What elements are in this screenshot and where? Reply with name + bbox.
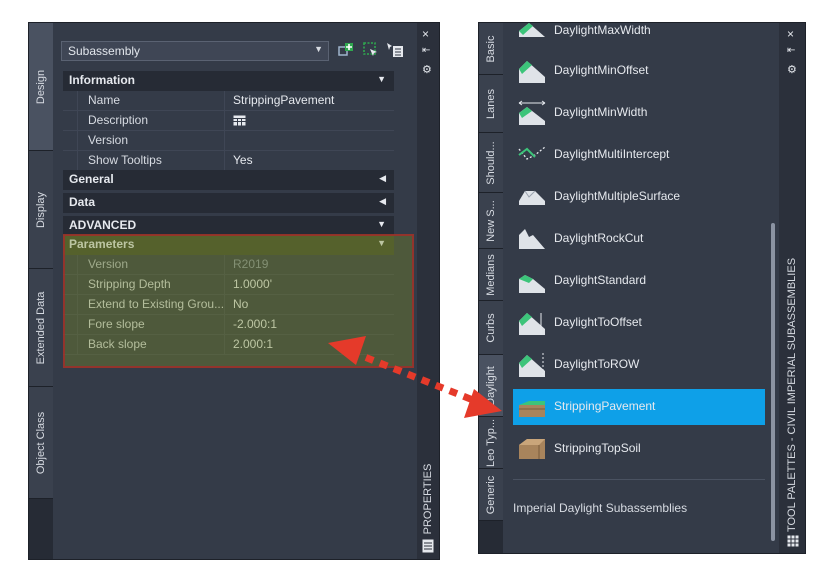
tool-palette-title: TOOL PALETTES - CIVIL IMPERIAL SUBASSEMB… xyxy=(786,257,798,533)
properties-menu-icon[interactable] xyxy=(422,539,434,553)
property-row-version[interactable]: Version xyxy=(63,131,394,151)
tab-design[interactable]: Design xyxy=(29,23,53,151)
select-objects-icon[interactable] xyxy=(361,40,381,60)
section-data[interactable]: Data ◀ xyxy=(63,193,394,213)
tool-daylight-to-offset[interactable]: DaylightToOffset xyxy=(513,305,765,341)
palette-footer-label: Imperial Daylight Subassemblies xyxy=(513,501,688,515)
daylight-multiple-surface-icon xyxy=(519,190,545,205)
autohide-icon[interactable]: ⇤ xyxy=(422,45,430,56)
stripping-pavement-icon xyxy=(519,401,545,417)
close-icon[interactable]: × xyxy=(422,27,429,41)
daylight-min-width-icon xyxy=(518,100,546,125)
properties-palette: Design Display Extended Data Object Clas… xyxy=(28,22,440,560)
tool-palette: Basic Lanes Should... New S... Medians C… xyxy=(478,22,806,554)
settings-icon[interactable]: ⚙ xyxy=(787,63,797,76)
parameters-highlight xyxy=(63,234,414,368)
daylight-rock-cut-icon xyxy=(519,229,545,249)
tab-curbs[interactable]: Curbs xyxy=(479,301,503,355)
section-general[interactable]: General ◀ xyxy=(63,170,394,190)
property-row-name[interactable]: Name StrippingPavement xyxy=(63,91,394,111)
tool-stripping-pavement[interactable]: StrippingPavement xyxy=(513,389,765,425)
tab-daylight[interactable]: Daylight xyxy=(479,355,503,417)
tool-daylight-min-width[interactable]: DaylightMinWidth xyxy=(513,95,765,131)
chevron-down-icon: ▼ xyxy=(314,44,323,54)
palette-scrollbar[interactable] xyxy=(771,223,775,541)
expand-icon: ◀ xyxy=(379,173,386,183)
tab-lanes[interactable]: Lanes xyxy=(479,75,503,133)
daylight-min-offset-icon xyxy=(519,61,545,83)
tab-leo-type[interactable]: Leo Typ... xyxy=(479,417,503,469)
properties-tabs: Design Display Extended Data Object Clas… xyxy=(29,23,53,559)
daylight-multi-intercept-icon xyxy=(518,146,546,160)
tab-new-subassemblies[interactable]: New S... xyxy=(479,193,503,249)
daylight-standard-icon xyxy=(519,275,545,293)
tab-display[interactable]: Display xyxy=(29,151,53,269)
daylight-to-row-icon xyxy=(519,353,545,377)
daylight-to-offset-icon xyxy=(519,313,545,335)
expand-icon: ◀ xyxy=(379,196,386,206)
tool-daylight-standard[interactable]: DaylightStandard xyxy=(513,263,765,299)
tool-palette-titlebar: × ⇤ ⚙ TOOL PALETTES - CIVIL IMPERIAL SUB… xyxy=(779,23,805,553)
table-edit-icon[interactable] xyxy=(233,115,246,126)
property-row-description[interactable]: Description xyxy=(63,111,394,131)
tool-palette-tabs: Basic Lanes Should... New S... Medians C… xyxy=(479,23,503,553)
tool-daylight-multi-intercept[interactable]: DaylightMultiIntercept xyxy=(513,137,765,173)
properties-title: PROPERTIES xyxy=(422,463,434,535)
toggle-pickadd-icon[interactable] xyxy=(385,40,405,60)
palette-separator xyxy=(513,479,765,480)
tab-extended-data[interactable]: Extended Data xyxy=(29,269,53,387)
property-row-show-tooltips[interactable]: Show Tooltips Yes xyxy=(63,151,394,171)
palette-properties-icon[interactable] xyxy=(787,535,799,547)
tool-palette-body: DaylightMaxWidth DaylightMinOffset Dayli… xyxy=(503,23,779,553)
tool-daylight-to-row[interactable]: DaylightToROW xyxy=(513,347,765,383)
tool-daylight-min-offset[interactable]: DaylightMinOffset xyxy=(513,53,765,89)
tab-generic[interactable]: Generic xyxy=(479,469,503,521)
section-information[interactable]: Information ▼ xyxy=(63,71,394,91)
object-type-combo[interactable]: Subassembly ▼ xyxy=(61,41,329,61)
tab-medians[interactable]: Medians xyxy=(479,249,503,301)
autohide-icon[interactable]: ⇤ xyxy=(787,45,795,56)
tool-daylight-rock-cut[interactable]: DaylightRockCut xyxy=(513,221,765,257)
daylight-max-width-icon xyxy=(519,23,545,37)
collapse-icon: ▼ xyxy=(377,219,386,229)
quick-select-icon[interactable] xyxy=(337,40,357,60)
stripping-top-soil-icon xyxy=(519,439,545,459)
information-rows: Name StrippingPavement Description Versi… xyxy=(63,91,394,171)
tool-daylight-max-width[interactable]: DaylightMaxWidth xyxy=(513,23,765,49)
tab-shoulders[interactable]: Should... xyxy=(479,133,503,193)
settings-icon[interactable]: ⚙ xyxy=(422,63,432,76)
tab-object-class[interactable]: Object Class xyxy=(29,387,53,499)
collapse-icon: ▼ xyxy=(377,74,386,84)
properties-titlebar: × ⇤ ⚙ PROPERTIES xyxy=(417,23,439,559)
tool-daylight-multiple-surface[interactable]: DaylightMultipleSurface xyxy=(513,179,765,215)
section-advanced[interactable]: ADVANCED ▼ xyxy=(63,216,394,236)
tool-stripping-top-soil[interactable]: StrippingTopSoil xyxy=(513,431,765,467)
close-icon[interactable]: × xyxy=(787,27,794,41)
tab-basic[interactable]: Basic xyxy=(479,23,503,75)
